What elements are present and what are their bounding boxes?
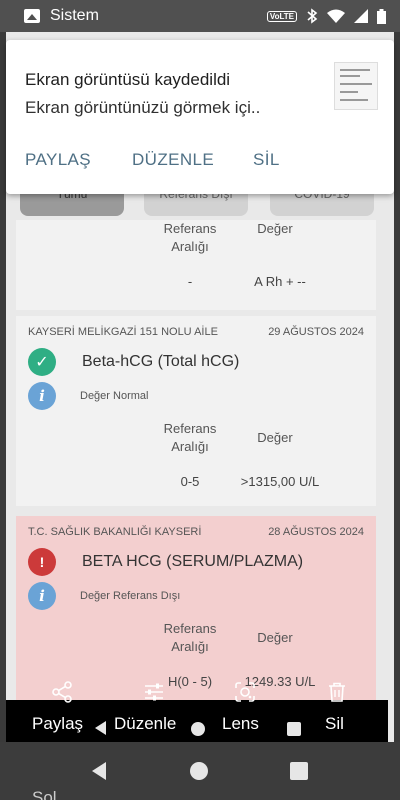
result-card[interactable]: KAYSERİ MELİKGAZİ 151 NOLU AİLE 29 AĞUST…	[16, 316, 376, 506]
reference-range-header: Referans Aralığı	[163, 421, 217, 454]
notification-text: Ekran görüntünüzü görmek içi..	[25, 98, 261, 117]
warning-icon: !	[28, 548, 56, 576]
edit-action[interactable]: DÜZENLE	[132, 150, 214, 170]
tune-icon[interactable]	[142, 680, 166, 704]
result-value: >1315,00 U/L	[240, 474, 320, 489]
screenshot-notification[interactable]: Ekran görüntüsü kaydedildi Ekran görüntü…	[6, 40, 394, 194]
institution-name: T.C. SAĞLIK BAKANLIĞI KAYSERİ	[28, 526, 202, 538]
info-icon[interactable]: i	[28, 382, 56, 410]
share-action[interactable]: PAYLAŞ	[25, 150, 91, 170]
bluetooth-icon	[307, 8, 318, 24]
share-icon[interactable]	[50, 680, 74, 704]
image-icon	[24, 9, 40, 23]
status-app-title: Sistem	[50, 7, 99, 24]
check-icon: ✓	[28, 348, 56, 376]
signal-icon	[354, 9, 368, 23]
reference-range-value: H(0 - 5)	[167, 674, 213, 689]
reference-range-value: -	[187, 274, 193, 289]
share-button[interactable]: Paylaş	[32, 714, 83, 734]
edit-button[interactable]: Düzenle	[114, 714, 176, 734]
status-icons: VoLTE	[266, 8, 386, 24]
delete-button[interactable]: Sil	[325, 714, 344, 734]
value-header: Değer	[257, 221, 293, 236]
result-date: 29 AĞUSTOS 2024	[268, 326, 364, 338]
test-name: Beta-hCG (Total hCG)	[82, 353, 240, 370]
trash-icon[interactable]	[325, 680, 349, 704]
bottom-partial-label: Sol	[32, 788, 57, 800]
info-icon[interactable]: i	[28, 582, 56, 610]
value-header: Değer	[257, 630, 293, 645]
reference-range-header: Referans Aralığı	[163, 621, 217, 654]
lens-button[interactable]: Lens	[222, 714, 259, 734]
recents-icon[interactable]	[287, 722, 301, 736]
status-bar: Sistem VoLTE	[0, 0, 400, 32]
test-name: BETA HCG (SERUM/PLAZMA)	[82, 553, 304, 570]
lens-icon[interactable]	[233, 680, 257, 704]
recents-button[interactable]	[290, 762, 308, 780]
value-header: Değer	[257, 430, 293, 445]
wifi-icon	[327, 9, 345, 23]
status-text: Değer Referans Dışı	[80, 590, 181, 602]
result-date: 28 AĞUSTOS 2024	[268, 526, 364, 538]
volte-icon: VoLTE	[266, 10, 297, 22]
delete-action[interactable]: SİL	[253, 150, 280, 170]
institution-name: KAYSERİ MELİKGAZİ 151 NOLU AİLE	[28, 326, 218, 338]
home-button[interactable]	[190, 762, 208, 780]
screenshot-thumbnail[interactable]	[334, 62, 378, 110]
result-card-partial[interactable]: Referans Aralığı Değer - A Rh + --	[16, 220, 376, 310]
back-button[interactable]	[92, 762, 106, 780]
notification-title: Ekran görüntüsü kaydedildi	[25, 70, 231, 89]
reference-range-value: 0-5	[180, 474, 200, 489]
battery-icon	[377, 8, 386, 24]
result-value: A Rh + --	[254, 274, 306, 289]
status-text: Değer Normal	[80, 390, 149, 402]
reference-range-header: Referans Aralığı	[163, 221, 217, 254]
back-icon[interactable]	[95, 721, 106, 735]
home-icon[interactable]	[191, 722, 205, 736]
